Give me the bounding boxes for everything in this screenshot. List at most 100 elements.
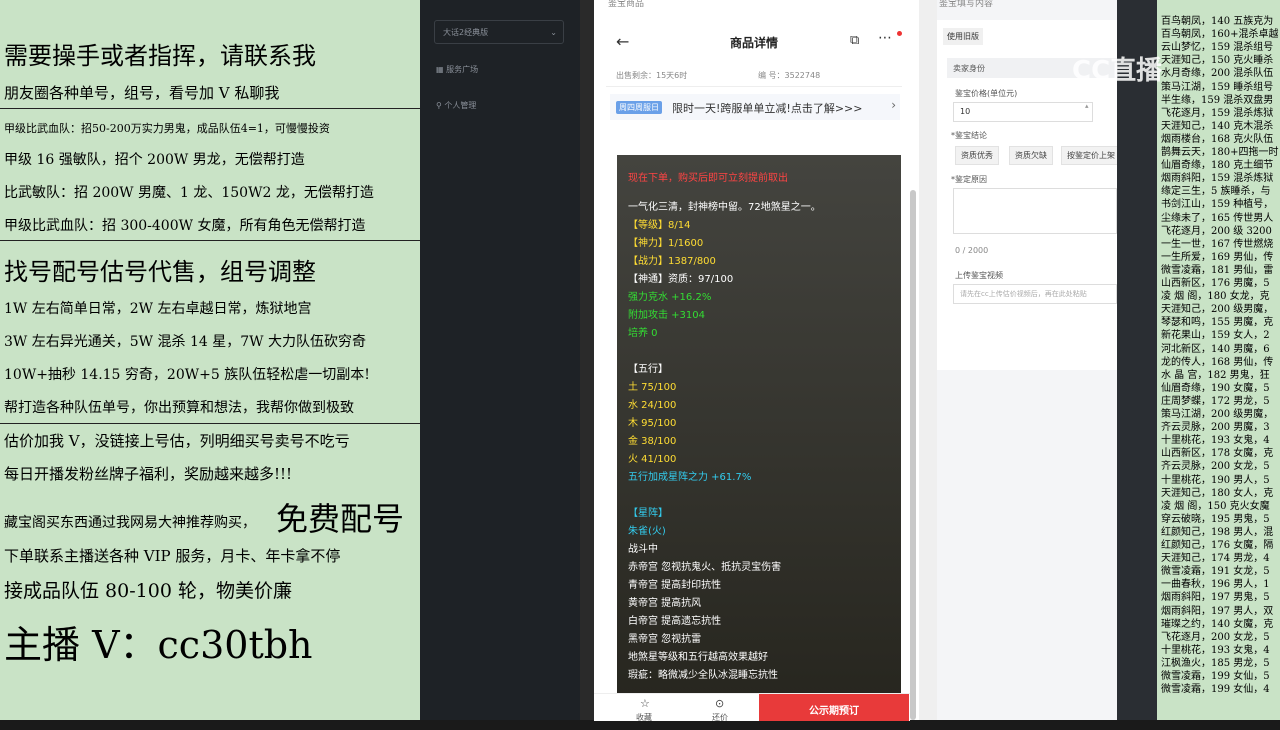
detail-row: 白帝宫 提高遗忘抗性 [628, 616, 722, 627]
user-icon: ⚲ [436, 101, 442, 110]
detail-row: 黄帝宫 提高抗风 [628, 598, 702, 609]
more-icon[interactable]: ⋯ [878, 30, 892, 46]
detail-row: 【星阵】 [628, 508, 668, 519]
detail-row: 一气化三清，封神榜中留。72地煞星之一。 [628, 202, 821, 213]
app-sidebar: 大话2经典版 ⌄ ▦ 服务广场 ⚲ 个人管理 [420, 0, 580, 720]
product-panel: 鉴宝商品 ← 商品详情 ⧉ ⋯ 出售剩余：15天6时 编 号：3522748 周… [594, 0, 919, 722]
sidebar-item-personal[interactable]: ⚲ 个人管理 [436, 100, 476, 111]
detail-row: 地煞星等级和五行越高效果越好 [628, 652, 768, 663]
video-hint: 请先在cc上传估价视频后，再在此处粘贴 [960, 290, 1087, 298]
promo-line: 比武敏队：招 200W 男魔、1 龙、150W2 龙，无偿帮打造 [4, 185, 374, 201]
chevron-down-icon: ⌄ [550, 28, 557, 37]
item-detail-card: 现在下单，购买后即可立刻提前取出一气化三清，封神榜中留。72地煞星之一。 【等级】… [617, 155, 901, 701]
sidebar-item-service-plaza[interactable]: ▦ 服务广场 [436, 64, 478, 75]
share-icon[interactable]: ⧉ [850, 33, 859, 48]
price-label: 鉴宝价格(单位元) [955, 89, 1018, 98]
detail-row: 瑕疵：略微减少全队冰混睡忘抗性 [628, 670, 778, 681]
item-code: 编 号：3522748 [758, 71, 821, 80]
detail-row: 培养 0 [628, 328, 658, 339]
detail-row: 现在下单，购买后即可立刻提前取出 [628, 173, 788, 184]
reason-label: *鉴定原因 [951, 175, 987, 184]
divider [0, 108, 420, 109]
notification-dot [897, 31, 902, 36]
detail-row: 赤帝宫 忽视抗鬼火、抵抗灵宝伤害 [628, 562, 782, 573]
nav-bar: ← 商品详情 ⧉ ⋯ [606, 20, 902, 64]
list-item: 微雪凌霜，199 女仙，4 [1161, 684, 1270, 696]
promo-line: 1W 左右简单日常，2W 左右卓越日常，炼狱地宫 [4, 301, 312, 317]
detail-row: 战斗中 [628, 544, 658, 555]
promo-banner[interactable]: 周四周服日 限时一天!跨服单单立减!点击了解>>> › [610, 94, 900, 120]
promo-line: 每日开播发粉丝牌子福利，奖励越来越多!!! [4, 465, 293, 483]
detail-row: 青帝宫 提高封印抗性 [628, 580, 722, 591]
watermark-text: CC直播 [1072, 56, 1163, 86]
detail-row: 金 38/100 [628, 436, 677, 447]
stream-watermark: CC直播 [1072, 50, 1212, 90]
sale-remaining: 出售剩余：15天6时 [616, 71, 688, 80]
listing-meta: 出售剩余：15天6时 编 号：3522748 [606, 64, 902, 87]
reason-textarea[interactable] [953, 188, 1117, 234]
scrollbar[interactable] [910, 190, 916, 720]
detail-row: 土 75/100 [628, 382, 677, 393]
favorite-label: 收藏 [636, 713, 652, 722]
account-list: 百鸟朝凤，140 五族克为 百鸟朝凤，160+混杀卓越 云山梦忆，159 混杀组号天… [1157, 0, 1280, 720]
chip-lacking[interactable]: 资质欠缺 [1009, 146, 1053, 165]
chevron-right-icon: › [891, 98, 896, 112]
streamer-contact: 主播 V：cc30tbh [4, 623, 313, 667]
promo-line: 下单联系主播送各种 VIP 服务，月卡、年卡拿不停 [4, 547, 341, 565]
bottom-action-bar: ☆ 收藏 ⊙ 还价 公示期预订 [594, 693, 910, 722]
price-value: 10 [960, 107, 971, 116]
banner-tag: 周四周服日 [616, 101, 662, 114]
panel-gap [919, 0, 937, 720]
detail-row: 附加攻击 +3104 [628, 310, 706, 321]
bargain-icon[interactable]: ⊙ [715, 697, 724, 710]
promo-line: 需要操手或者指挥，请联系我 [4, 42, 316, 70]
star-icon[interactable]: ☆ [640, 697, 650, 710]
tab-legacy[interactable]: 使用旧版 [943, 28, 983, 45]
promo-panel: 需要操手或者指挥，请联系我 朋友圈各种单号，组号，看号加 V 私聊我 甲级比武血… [0, 0, 420, 720]
version-select[interactable]: 大话2经典版 ⌄ [434, 20, 564, 44]
divider [0, 240, 420, 241]
appraisal-form-panel: 鉴宝填写内容 使用旧版 卖家身份 鉴宝价格(单位元) 10 ▴ *鉴宝结论 资质… [937, 0, 1121, 720]
detail-row: 【战力】1387/800 [628, 256, 716, 267]
promo-line: 甲级比武血队：招 300-400W 女魔，所有角色无偿帮打造 [4, 218, 366, 234]
promo-line: 藏宝阁买东西通过我网易大神推荐购买， [4, 515, 256, 531]
promo-highlight: 免费配号 [276, 500, 405, 538]
divider [0, 423, 420, 424]
video-input[interactable]: 请先在cc上传估价视频后，再在此处粘贴 [953, 284, 1117, 304]
result-label: *鉴宝结论 [951, 131, 987, 140]
detail-row: 【神力】1/1600 [628, 238, 704, 249]
sidebar-item-label: 个人管理 [444, 101, 477, 110]
chip-list-by-price[interactable]: 按鉴定价上架 [1061, 146, 1121, 165]
detail-row: 【神通】资质：97/100 [628, 274, 734, 285]
grid-icon: ▦ [436, 65, 444, 74]
bargain-label: 还价 [712, 713, 728, 722]
seller-label: 卖家身份 [953, 64, 985, 73]
detail-row: 【五行】 [628, 364, 668, 375]
promo-line: 3W 左右异光通关，5W 混杀 14 星，7W 大力队伍砍穷奇 [4, 334, 366, 350]
promo-line: 找号配号估号代售，组号调整 [4, 258, 316, 286]
sidebar-item-label: 服务广场 [446, 65, 479, 74]
banner-text: 限时一天!跨服单单立减!点击了解>>> [672, 102, 863, 115]
stepper-icon[interactable]: ▴ [1085, 102, 1089, 110]
promo-line: 帮打造各种队伍单号，你出预算和想法，我帮你做到极致 [4, 400, 354, 416]
promo-line: 估价加我 V，没链接上号估，列明细买号卖号不吃亏 [4, 432, 350, 450]
panel-caption: 鉴宝商品 [608, 0, 645, 9]
form-caption: 鉴宝填写内容 [939, 0, 994, 9]
panel-gap [1117, 0, 1157, 720]
detail-row: 朱雀(火) [628, 526, 666, 537]
version-select-value: 大话2经典版 [443, 28, 489, 37]
detail-row: 【等级】8/14 [628, 220, 691, 231]
video-label: 上传鉴宝视频 [955, 271, 1003, 280]
promo-line: 甲级比武血队：招50-200万实力男鬼，成品队伍4=1，可慢慢投资 [4, 122, 330, 135]
chip-excellent[interactable]: 资质优秀 [955, 146, 999, 165]
detail-row: 木 95/100 [628, 418, 677, 429]
preorder-button[interactable]: 公示期预订 [759, 694, 909, 721]
detail-row: 火 41/100 [628, 454, 677, 465]
detail-row: 强力克水 +16.2% [628, 292, 712, 303]
promo-line: 甲级 16 强敏队，招个 200W 男龙，无偿帮打造 [4, 152, 305, 168]
promo-line: 10W+抽秒 14.15 穷奇，20W+5 族队伍轻松虐一切副本! [4, 367, 370, 383]
price-input[interactable]: 10 [953, 102, 1093, 122]
phone-view: ← 商品详情 ⧉ ⋯ 出售剩余：15天6时 编 号：3522748 周四周服日 … [606, 20, 916, 720]
promo-line: 朋友圈各种单号，组号，看号加 V 私聊我 [4, 84, 280, 102]
detail-row: 五行加成星阵之力 +61.7% [628, 472, 752, 483]
